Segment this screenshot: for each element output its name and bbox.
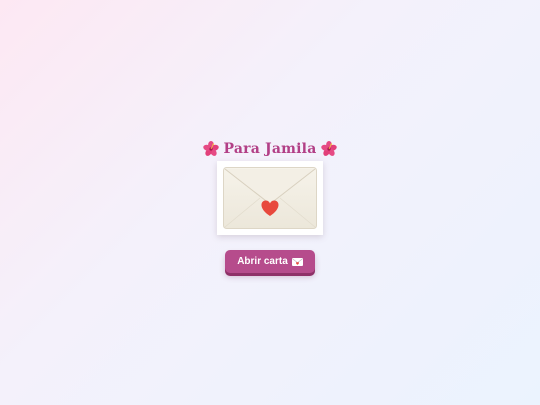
open-letter-button-label: Abrir carta <box>237 256 288 267</box>
hibiscus-icon-left <box>202 141 219 156</box>
letter-title: Para Jamila <box>202 139 338 159</box>
open-letter-button[interactable]: Abrir carta <box>225 250 315 273</box>
envelope-heart-icon[interactable] <box>223 167 317 229</box>
love-letter-icon <box>291 257 303 266</box>
envelope-frame[interactable] <box>217 161 323 235</box>
letter-card: Para Jamila Abrir carta <box>0 139 540 273</box>
hibiscus-icon-right <box>321 141 338 156</box>
letter-title-text: Para Jamila <box>223 141 317 157</box>
